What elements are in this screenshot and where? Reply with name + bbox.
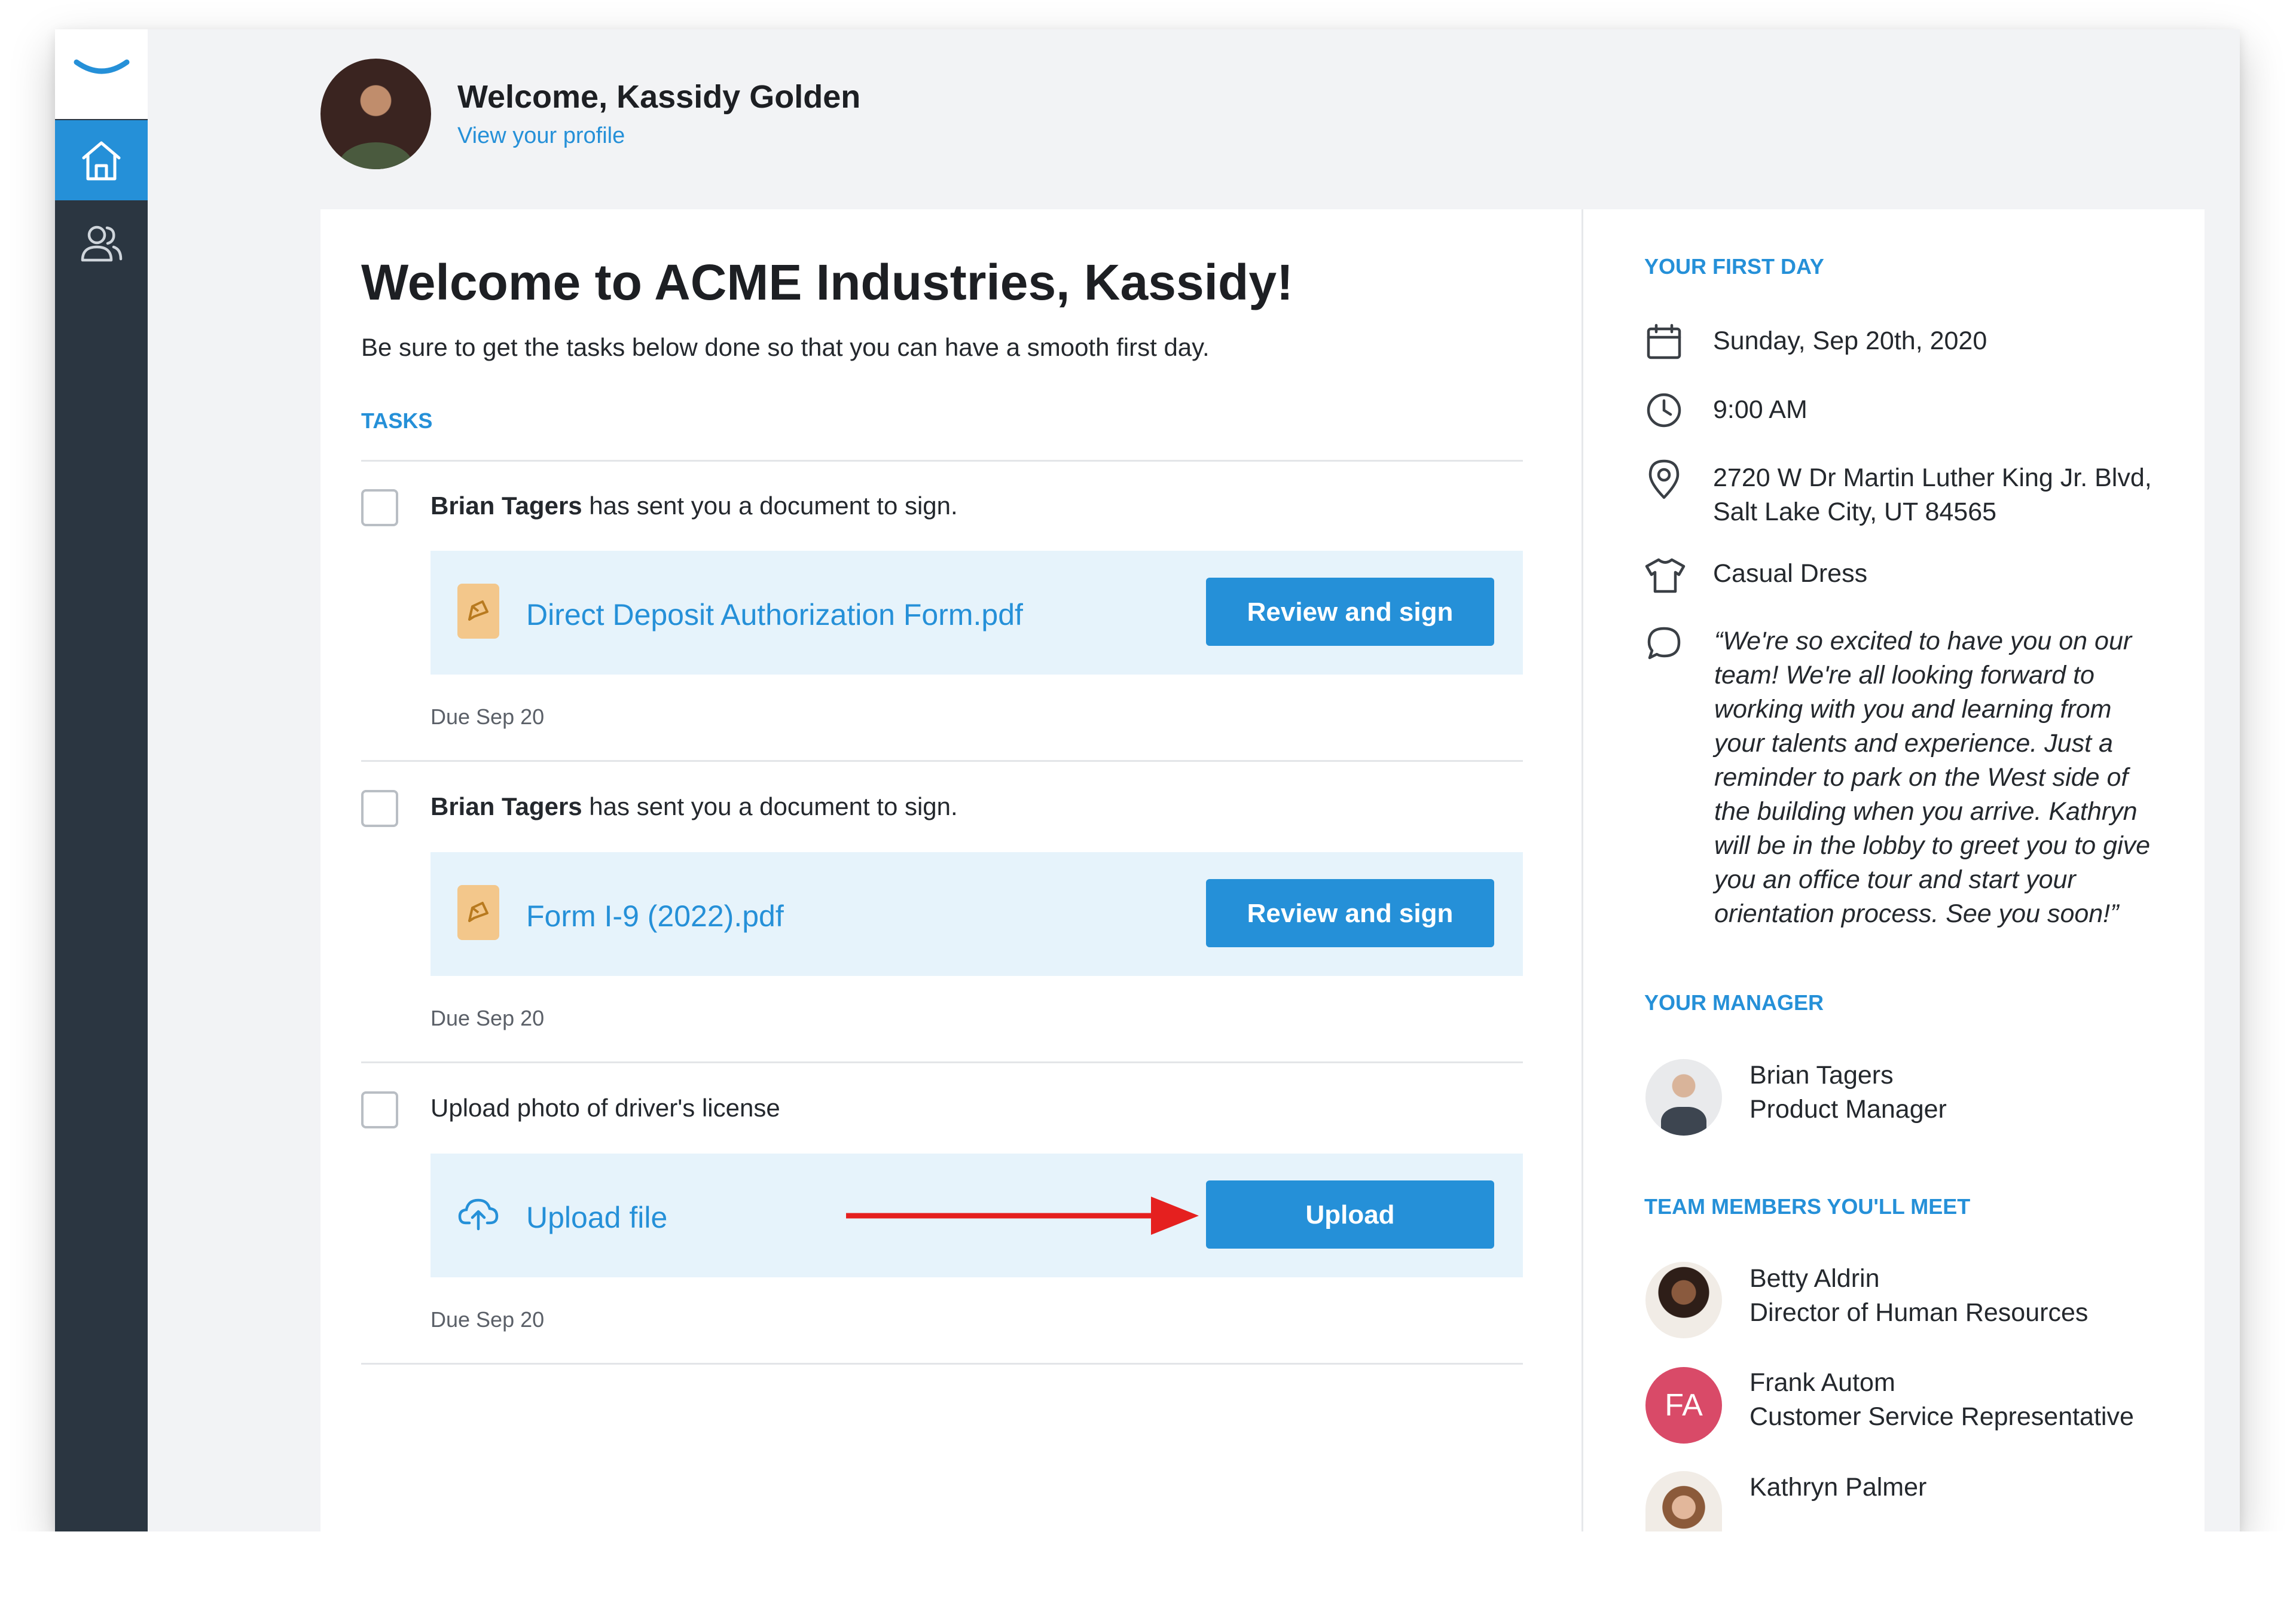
team-member-name: Frank Autom (1750, 1368, 1895, 1397)
divider (361, 760, 1523, 762)
shirt-icon (1645, 558, 1686, 593)
smile-logo-icon (74, 59, 130, 74)
team-member-initials-avatar[interactable]: FA (1645, 1367, 1722, 1444)
due-date: Due Sep 20 (430, 1006, 545, 1030)
people-icon (81, 225, 123, 262)
task-checkbox[interactable] (361, 1091, 398, 1128)
due-date: Due Sep 20 (430, 1307, 545, 1332)
view-profile-link[interactable]: View your profile (457, 123, 625, 149)
divider (361, 1363, 1523, 1365)
task-checkbox[interactable] (361, 790, 398, 827)
page-subtitle: Be sure to get the tasks below done so t… (361, 333, 1210, 361)
home-icon (82, 141, 121, 181)
address-line-2: Salt Lake City, UT 84565 (1713, 498, 1997, 526)
dress-code: Casual Dress (1713, 559, 1868, 588)
due-date: Due Sep 20 (430, 704, 545, 729)
divider (361, 460, 1523, 462)
review-and-sign-button[interactable]: Review and sign (1206, 879, 1494, 947)
column-divider (1581, 209, 1583, 1531)
first-day-label: YOUR FIRST DAY (1644, 254, 1824, 279)
address-line-1: 2720 W Dr Martin Luther King Jr. Blvd, (1713, 463, 2152, 492)
welcome-heading: Welcome, Kassidy Golden (457, 79, 861, 115)
task-description: Brian Tagers has sent you a document to … (430, 792, 958, 820)
team-member-avatar[interactable] (1645, 1262, 1722, 1338)
clock-icon (1647, 393, 1681, 428)
sidebar (55, 29, 148, 1531)
nav-people[interactable] (55, 203, 148, 283)
red-arrow-annotation (846, 1197, 1199, 1235)
review-and-sign-button[interactable]: Review and sign (1206, 578, 1494, 646)
page-title: Welcome to ACME Industries, Kassidy! (361, 254, 1294, 310)
team-member-name: Kathryn Palmer (1750, 1473, 1927, 1502)
user-avatar[interactable] (320, 59, 431, 169)
task-description: Upload photo of driver's license (430, 1094, 780, 1122)
pen-document-icon (457, 584, 499, 639)
page-background-bottom (0, 1531, 2296, 1614)
manager-name: Brian Tagers (1750, 1061, 1894, 1090)
nav-home[interactable] (55, 120, 148, 200)
task-checkbox[interactable] (361, 489, 398, 526)
document-box: Direct Deposit Authorization Form.pdf Re… (430, 551, 1523, 675)
team-member-role: Director of Human Resources (1750, 1298, 2089, 1327)
upload-button[interactable]: Upload (1206, 1180, 1494, 1249)
manager-avatar[interactable] (1645, 1059, 1722, 1136)
document-link[interactable]: Form I-9 (2022).pdf (526, 899, 784, 933)
document-link[interactable]: Direct Deposit Authorization Form.pdf (526, 597, 1023, 632)
team-member-name: Betty Aldrin (1750, 1264, 1880, 1293)
chat-bubble-icon (1647, 627, 1681, 660)
team-label: TEAM MEMBERS YOU'LL MEET (1644, 1194, 1971, 1219)
task-description: Brian Tagers has sent you a document to … (430, 492, 958, 520)
upload-file-link[interactable]: Upload file (526, 1200, 667, 1235)
calendar-icon (1647, 324, 1681, 359)
logo[interactable] (55, 29, 148, 119)
location-pin-icon (1648, 459, 1680, 499)
tasks-label: TASKS (361, 408, 433, 433)
document-box: Form I-9 (2022).pdf Review and sign (430, 852, 1523, 976)
first-day-date: Sunday, Sep 20th, 2020 (1713, 327, 1987, 355)
first-day-time: 9:00 AM (1713, 395, 1808, 424)
manager-label: YOUR MANAGER (1644, 990, 1824, 1015)
welcome-message: “We're so excited to have you on our tea… (1714, 627, 2151, 928)
manager-role: Product Manager (1750, 1095, 1947, 1124)
cloud-upload-icon (458, 1198, 499, 1231)
team-member-role: Customer Service Representative (1750, 1402, 2134, 1431)
divider (361, 1061, 1523, 1063)
pen-document-icon (457, 885, 499, 940)
